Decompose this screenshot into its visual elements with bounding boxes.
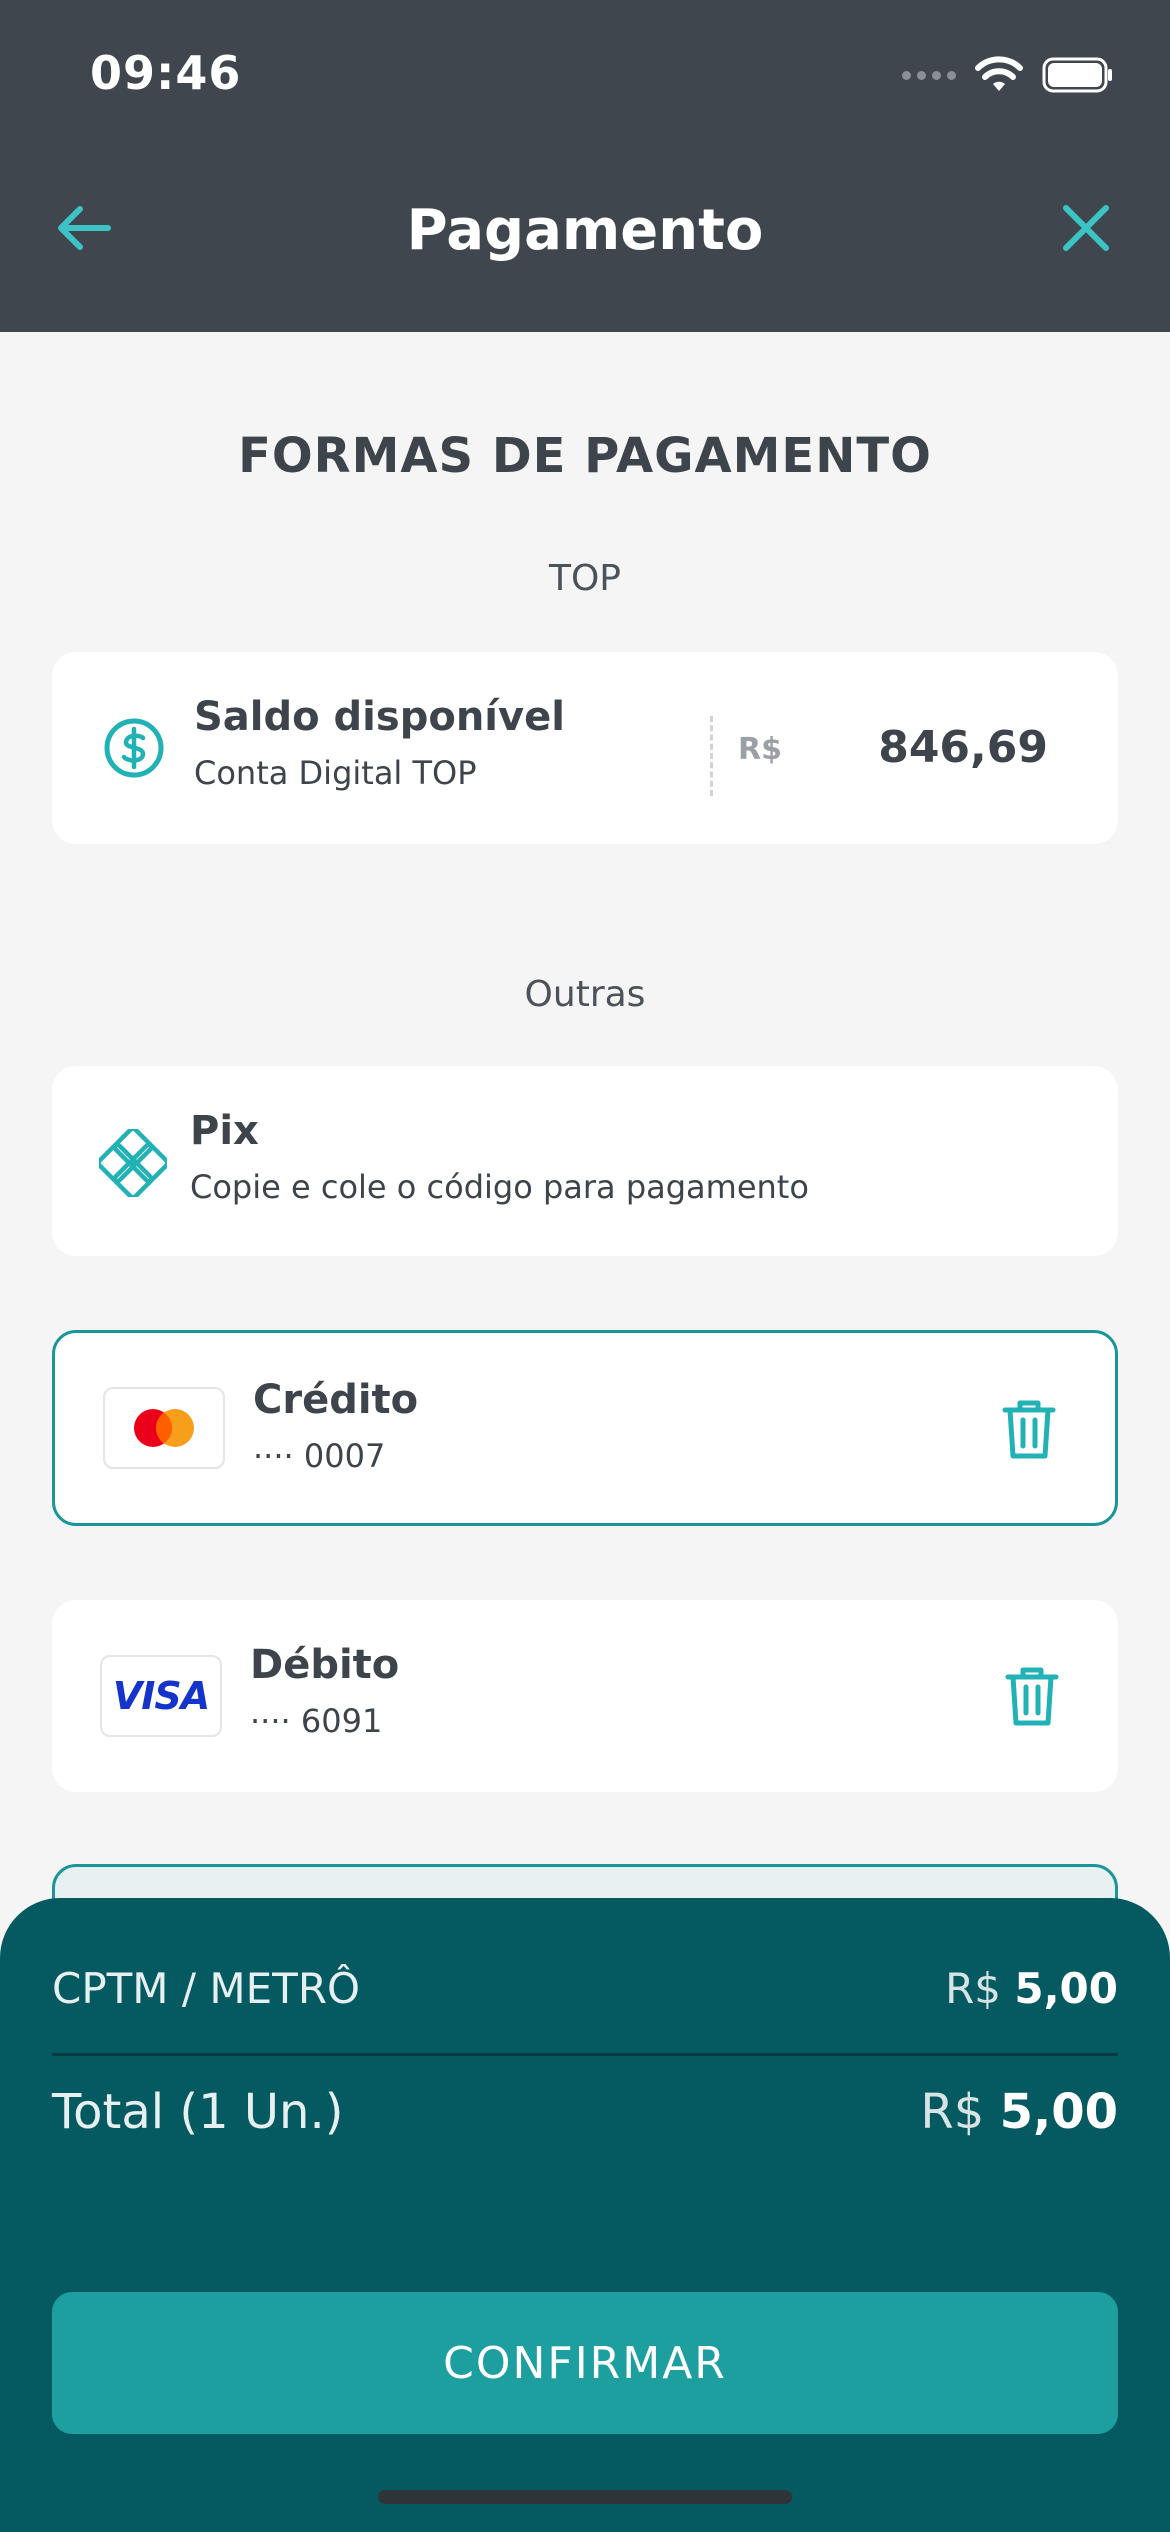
pix-icon bbox=[98, 1128, 168, 1198]
summary-item-value: 5,00 bbox=[1014, 1964, 1118, 2013]
pix-subtitle: Copie e cole o código para pagamento bbox=[190, 1168, 809, 1206]
trash-icon bbox=[1002, 1400, 1056, 1459]
confirm-button[interactable]: CONFIRMAR bbox=[52, 2292, 1118, 2434]
balance-subtitle: Conta Digital TOP bbox=[194, 754, 477, 792]
group-label-top: TOP bbox=[548, 558, 622, 599]
debit-subtitle: ···· 6091 bbox=[250, 1702, 383, 1740]
balance-card[interactable]: Saldo disponível Conta Digital TOP R$ 84… bbox=[52, 652, 1118, 844]
balance-amount: 846,69 bbox=[878, 722, 1048, 773]
delete-debit-button[interactable] bbox=[1000, 1660, 1064, 1732]
close-icon bbox=[1063, 205, 1109, 251]
summary-sheet: CPTM / METRÔ R$ 5,00 Total (1 Un.) R$ 5,… bbox=[0, 1898, 1170, 2532]
summary-divider bbox=[52, 2053, 1118, 2056]
status-icons bbox=[902, 52, 1114, 98]
balance-divider bbox=[710, 716, 713, 796]
signal-icon bbox=[902, 70, 956, 80]
credit-subtitle: ···· 0007 bbox=[253, 1437, 386, 1475]
pix-title: Pix bbox=[190, 1108, 259, 1154]
summary-total-value: 5,00 bbox=[999, 2084, 1118, 2140]
home-indicator bbox=[378, 2490, 792, 2504]
battery-icon bbox=[1042, 57, 1112, 93]
mastercard-icon bbox=[103, 1387, 225, 1469]
wifi-icon bbox=[975, 56, 1023, 91]
balance-title: Saldo disponível bbox=[194, 694, 565, 740]
debit-title: Débito bbox=[250, 1642, 400, 1688]
section-title: FORMAS DE PAGAMENTO bbox=[238, 428, 932, 484]
credit-card-option[interactable]: Crédito ···· 0007 bbox=[52, 1330, 1118, 1526]
summary-total-label: Total (1 Un.) bbox=[52, 2084, 344, 2140]
credit-title: Crédito bbox=[253, 1377, 419, 1423]
status-time: 09:46 bbox=[90, 46, 242, 100]
summary-total-row: Total (1 Un.) R$ 5,00 bbox=[52, 2084, 1118, 2140]
group-label-other: Outras bbox=[524, 974, 646, 1015]
summary-item-currency: R$ bbox=[945, 1964, 1001, 2013]
balance-currency: R$ bbox=[738, 732, 782, 767]
visa-logo-text: VISA bbox=[112, 1674, 210, 1718]
page-title: Pagamento bbox=[406, 198, 764, 263]
debit-card-option[interactable]: VISA Débito ···· 6091 bbox=[52, 1600, 1118, 1792]
trash-icon bbox=[1005, 1667, 1059, 1726]
summary-total-currency: R$ bbox=[920, 2084, 985, 2140]
visa-icon: VISA bbox=[100, 1655, 222, 1737]
close-button[interactable] bbox=[1054, 196, 1118, 260]
summary-item-label: CPTM / METRÔ bbox=[52, 1964, 361, 2013]
app-header: 09:46 Pagamento bbox=[0, 0, 1170, 332]
dollar-circle-icon bbox=[102, 716, 166, 780]
delete-credit-button[interactable] bbox=[997, 1393, 1061, 1465]
summary-item-price: R$ 5,00 bbox=[945, 1964, 1118, 2013]
summary-item-row: CPTM / METRÔ R$ 5,00 bbox=[52, 1964, 1118, 2013]
pix-card[interactable]: Pix Copie e cole o código para pagamento bbox=[52, 1066, 1118, 1256]
summary-total-price: R$ 5,00 bbox=[920, 2084, 1118, 2140]
